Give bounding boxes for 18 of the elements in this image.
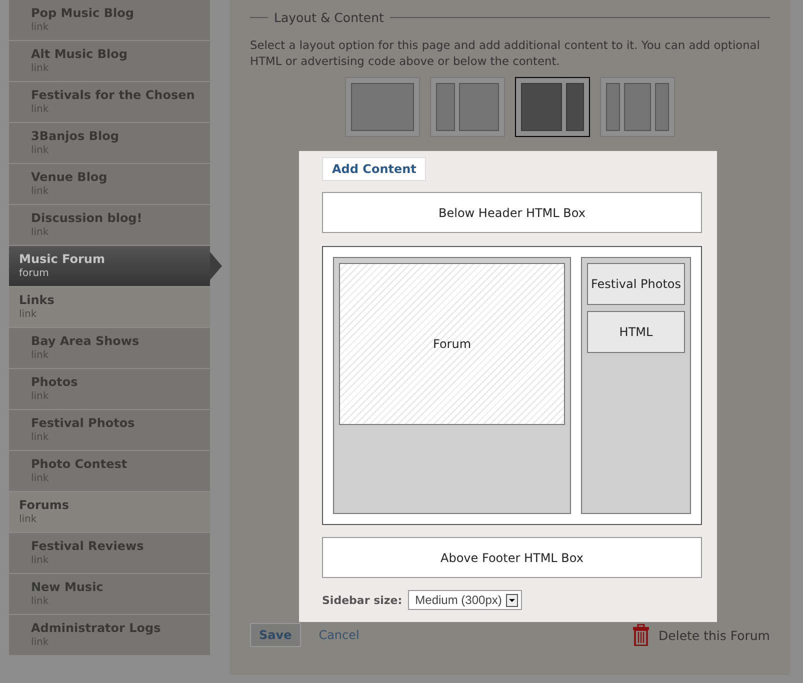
pointer-icon [210, 252, 222, 280]
layout-option[interactable] [515, 77, 590, 137]
footer-html-box[interactable]: Above Footer HTML Box [322, 537, 702, 578]
header-html-box[interactable]: Below Header HTML Box [322, 192, 702, 233]
delete-link[interactable]: Delete this Forum [658, 628, 770, 642]
sidebar-block[interactable]: HTML [587, 311, 685, 353]
sidebar-size-label: Sidebar size: [322, 594, 402, 606]
cancel-link[interactable]: Cancel [318, 628, 360, 642]
save-button[interactable]: Save [250, 623, 301, 647]
add-content-tab[interactable]: Add Content [322, 157, 426, 181]
sidebar-block[interactable]: Festival Photos [587, 263, 685, 305]
section-description: Select a layout option for this page and add additional content to it. You can add optional HTML or advertising code above or below the content. [250, 37, 761, 69]
trash-icon [632, 624, 649, 646]
section-legend: Layout & Content [274, 10, 384, 25]
sidebar-size-select[interactable]: Medium (300px) [408, 590, 522, 610]
sidebar-item[interactable]: Links link [9, 287, 210, 328]
sidebar-item[interactable]: Forums link [9, 492, 210, 533]
forum-block[interactable]: Forum [339, 263, 565, 425]
